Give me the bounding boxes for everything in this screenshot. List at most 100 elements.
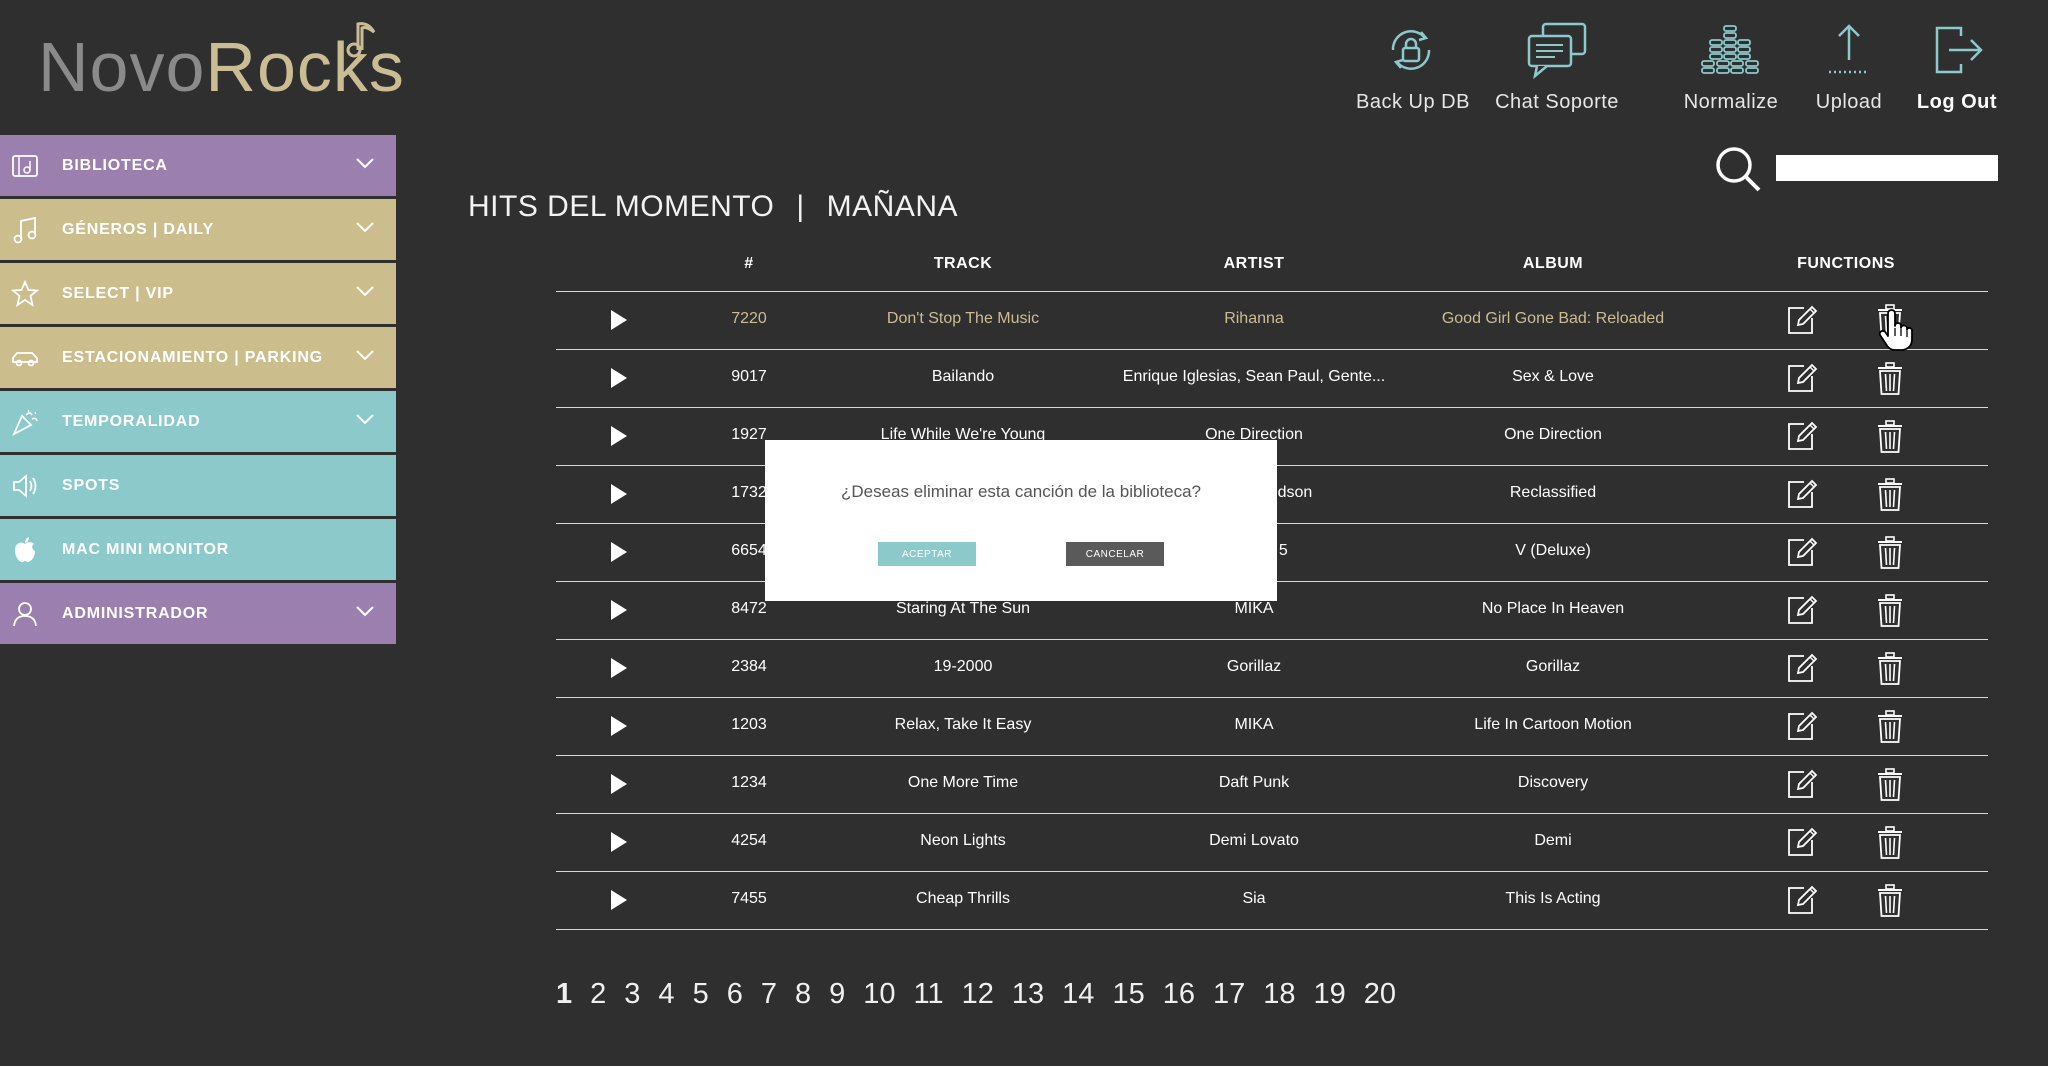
sidebar-item-select-vip[interactable]: SELECT | VIP [0, 263, 396, 324]
edit-icon[interactable] [1786, 362, 1818, 399]
table-row[interactable]: 9017 Bailando Enrique Iglesias, Sean Paul,… [556, 350, 1988, 408]
page-link[interactable]: 19 [1314, 978, 1346, 1011]
page-link[interactable]: 5 [693, 978, 709, 1011]
search-input[interactable] [1776, 155, 1998, 181]
table-header: # TRACK ARTIST ALBUM FUNCTIONS [556, 245, 1988, 292]
edit-icon[interactable] [1786, 594, 1818, 631]
table-row[interactable]: 7220 Don't Stop The Music Rihanna Good Girl… [556, 292, 1988, 350]
upload-button[interactable]: Upload [1804, 20, 1894, 114]
page-link[interactable]: 10 [863, 978, 895, 1011]
table-row[interactable]: 2384 19-2000 Gorillaz Gorillaz [556, 640, 1988, 698]
cell-album: V (Deluxe) [1515, 542, 1591, 559]
play-button[interactable] [611, 484, 627, 504]
edit-icon[interactable] [1786, 710, 1818, 747]
edit-icon[interactable] [1786, 420, 1818, 457]
search-icon[interactable] [1713, 144, 1763, 194]
cell-album: Life In Cartoon Motion [1474, 716, 1632, 733]
edit-icon[interactable] [1786, 304, 1818, 341]
page-link[interactable]: 3 [624, 978, 640, 1011]
trash-icon[interactable] [1876, 884, 1904, 923]
page-title-sub: MAÑANA [826, 190, 959, 223]
trash-icon[interactable] [1876, 710, 1904, 749]
chevron-down-icon[interactable] [356, 605, 374, 617]
chat-bubbles-icon [1527, 22, 1587, 80]
sidebar-item-generos[interactable]: GÉNEROS | DAILY [0, 199, 396, 260]
logout-button[interactable]: Log Out [1910, 20, 2004, 114]
page-link[interactable]: 7 [761, 978, 777, 1011]
page-link[interactable]: 13 [1012, 978, 1044, 1011]
page-link[interactable]: 4 [658, 978, 674, 1011]
music-note-icon [13, 216, 37, 244]
sidebar-item-administrador[interactable]: ADMINISTRADOR [0, 583, 396, 644]
edit-icon[interactable] [1786, 884, 1818, 921]
cell-album: Good Girl Gone Bad: Reloaded [1441, 310, 1665, 327]
trash-icon[interactable] [1876, 420, 1904, 459]
trash-icon[interactable] [1876, 768, 1904, 807]
table-row[interactable]: 1203 Relax, Take It Easy MIKA Life In Carto… [556, 698, 1988, 756]
play-button[interactable] [611, 658, 627, 678]
page-link[interactable]: 20 [1364, 978, 1396, 1011]
play-button[interactable] [611, 426, 627, 446]
page-link[interactable]: 18 [1263, 978, 1295, 1011]
play-button[interactable] [611, 774, 627, 794]
page-link[interactable]: 12 [962, 978, 994, 1011]
trash-icon[interactable] [1876, 362, 1904, 401]
cell-num: 7455 [731, 890, 767, 907]
cell-num: 7220 [731, 310, 767, 327]
play-button[interactable] [611, 310, 627, 330]
logout-icon [1935, 26, 1983, 74]
chat-support-label: Chat Soporte [1495, 91, 1619, 113]
logout-label: Log Out [1916, 91, 1998, 113]
edit-icon[interactable] [1786, 768, 1818, 805]
edit-icon[interactable] [1786, 536, 1818, 573]
chevron-down-icon[interactable] [356, 157, 374, 169]
page-link[interactable]: 8 [795, 978, 811, 1011]
page-link[interactable]: 14 [1062, 978, 1094, 1011]
play-button[interactable] [611, 832, 627, 852]
page-link[interactable]: 2 [590, 978, 606, 1011]
chevron-down-icon[interactable] [356, 413, 374, 425]
page-link[interactable]: 15 [1112, 978, 1144, 1011]
edit-icon[interactable] [1786, 478, 1818, 515]
sidebar-item-mac-mini-monitor[interactable]: MAC MINI MONITOR [0, 519, 396, 580]
chevron-down-icon[interactable] [356, 349, 374, 361]
table-row[interactable]: 7455 Cheap Thrills Sia This Is Acting [556, 872, 1988, 930]
page-link[interactable]: 11 [914, 978, 944, 1011]
page-link[interactable]: 6 [727, 978, 743, 1011]
normalize-button[interactable]: Normalize [1676, 20, 1786, 114]
sidebar-item-temporalidad[interactable]: TEMPORALIDAD [0, 391, 396, 452]
edit-icon[interactable] [1786, 826, 1818, 863]
chat-support-button[interactable]: Chat Soporte [1492, 20, 1622, 114]
trash-icon[interactable] [1876, 826, 1904, 865]
play-button[interactable] [611, 368, 627, 388]
cancel-button[interactable]: CANCELAR [1066, 542, 1164, 566]
play-button[interactable] [611, 542, 627, 562]
trash-icon[interactable] [1876, 594, 1904, 633]
page-link[interactable]: 9 [829, 978, 845, 1011]
trash-icon[interactable] [1876, 652, 1904, 691]
trash-icon[interactable] [1876, 478, 1904, 517]
cell-num: 8472 [731, 600, 767, 617]
play-button[interactable] [611, 716, 627, 736]
sidebar-item-estacionamiento[interactable]: ESTACIONAMIENTO | PARKING [0, 327, 396, 388]
table-row[interactable]: 4254 Neon Lights Demi Lovato Demi [556, 814, 1988, 872]
page-link[interactable]: 17 [1213, 978, 1245, 1011]
edit-icon[interactable] [1786, 652, 1818, 689]
sidebar-item-biblioteca[interactable]: BIBLIOTECA [0, 135, 396, 196]
cell-num: 1732 [731, 484, 767, 501]
cell-artist: Enrique Iglesias, Sean Paul, Gente... [1122, 368, 1386, 385]
chevron-down-icon[interactable] [356, 285, 374, 297]
sidebar: BIBLIOTECA GÉNEROS | DAILY SELECT | VIP … [0, 135, 396, 647]
table-row[interactable]: 1234 One More Time Daft Punk Discovery [556, 756, 1988, 814]
accept-button[interactable]: ACEPTAR [878, 542, 976, 566]
play-button[interactable] [611, 890, 627, 910]
page-link[interactable]: 1 [556, 978, 572, 1011]
play-button[interactable] [611, 600, 627, 620]
cell-track: Neon Lights [920, 832, 1006, 849]
logo-part-novo: Novo [38, 28, 206, 106]
backup-db-button[interactable]: Back Up DB [1356, 20, 1469, 114]
page-link[interactable]: 16 [1163, 978, 1195, 1011]
chevron-down-icon[interactable] [356, 221, 374, 233]
trash-icon[interactable] [1876, 536, 1904, 575]
sidebar-item-spots[interactable]: SPOTS [0, 455, 396, 516]
